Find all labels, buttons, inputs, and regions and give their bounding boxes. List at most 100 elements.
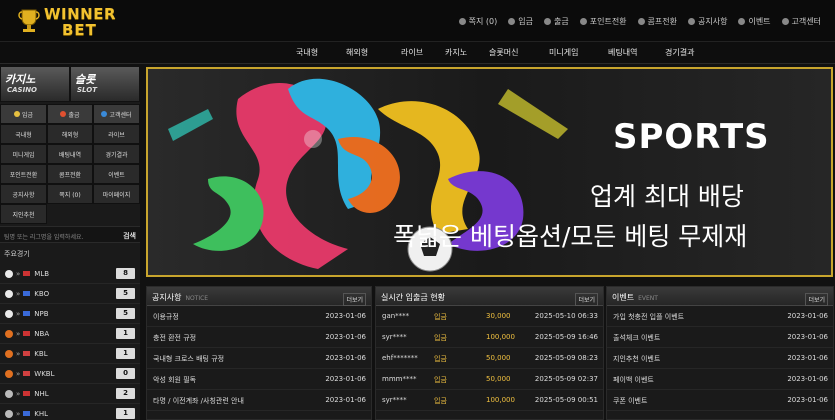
util-label: 고객센터	[791, 17, 821, 26]
sidebar-item-support[interactable]: 고객센터	[93, 104, 140, 124]
major-games-title: 주요경기	[4, 250, 30, 258]
sidebar-item-point[interactable]: 포인트전환	[0, 164, 47, 184]
league-name: KHL	[34, 409, 49, 418]
event-more-button[interactable]: 더보기	[805, 293, 828, 306]
sport-ball-icon	[5, 289, 13, 298]
league-row[interactable]: » KBO 5	[0, 284, 140, 304]
league-row[interactable]: » NPB 5	[0, 304, 140, 324]
notice-more-button[interactable]: 더보기	[343, 293, 366, 306]
league-flag-icon	[23, 271, 31, 276]
nav-live[interactable]: 라이브	[401, 47, 445, 58]
event-row[interactable]: 가입 첫충전 입플 이벤트 2023-01-06	[607, 306, 833, 327]
sidebar-item-label: 국내형	[15, 131, 32, 139]
notice-row[interactable]: 이용규정 2023-01-06	[147, 306, 371, 327]
league-row[interactable]: » KHL 1	[0, 404, 140, 420]
league-row[interactable]: » MLB 8	[0, 264, 140, 284]
realtime-more-button[interactable]: 더보기	[575, 293, 598, 306]
event-row[interactable]: 지인추천 이벤트 2023-01-06	[607, 348, 833, 369]
sidebar-item-messages[interactable]: 쪽지 (0)	[47, 184, 93, 204]
casino-button[interactable]: 카지노 CASINO	[0, 66, 70, 102]
sidebar-item-domestic[interactable]: 국내형	[0, 124, 47, 144]
event-row-title: 출석체크 이벤트	[613, 334, 661, 342]
sidebar-item-label: 포인트전환	[9, 171, 38, 179]
realtime-deposit-panel: 실시간 입출금 현황 더보기 gan**** 입금 30,000 2025-05-10…	[375, 286, 604, 420]
sidebar-item-event[interactable]: 이벤트	[93, 164, 140, 184]
event-subtitle: EVENT	[638, 295, 658, 302]
util-point[interactable]: 포인트전환	[579, 16, 627, 27]
utility-links: 쪽지 (0) 입금 출금 포인트전환 콤프전환 공지사항 이벤트 고객센터	[458, 16, 821, 27]
notice-row[interactable]: 국내형 크로스 배팅 규정 2023-01-06	[147, 348, 371, 369]
nav-overseas[interactable]: 해외형	[346, 47, 401, 58]
grid-spacer	[93, 204, 140, 224]
util-comp[interactable]: 콤프전환	[637, 16, 677, 27]
league-row[interactable]: » KBL 1	[0, 344, 140, 364]
sidebar-item-withdraw[interactable]: 출금	[47, 104, 93, 124]
event-row-date: 2023-01-06	[787, 354, 828, 362]
nav-results[interactable]: 경기결과	[665, 47, 725, 58]
util-support[interactable]: 고객센터	[781, 16, 821, 27]
sidebar-item-overseas[interactable]: 해외형	[47, 124, 93, 144]
nav-casino[interactable]: 카지노	[445, 47, 489, 58]
event-row[interactable]: 페이백 이벤트 2023-01-06	[607, 369, 833, 390]
league-name: MLB	[34, 269, 50, 278]
sports-banner[interactable]: SPORTS 업계 최대 배당 폭넓은 베팅옵션/모든 베팅 무제재	[146, 67, 833, 277]
realtime-row: syr**** 입금 100,000 2025-05-09 16:46	[376, 327, 603, 348]
sidebar-item-label: 쪽지 (0)	[59, 191, 81, 199]
league-flag-icon	[23, 411, 31, 416]
sidebar-item-results[interactable]: 경기결과	[93, 144, 140, 164]
slot-sub: SLOT	[77, 86, 97, 94]
slot-title: 슬롯	[75, 73, 96, 86]
sidebar-item-comp[interactable]: 콤프전환	[47, 164, 93, 184]
notice-row[interactable]: 악성 회원 필독 2023-01-06	[147, 369, 371, 390]
realtime-user: gan****	[382, 312, 410, 320]
search-input[interactable]: 팀명 또는 리그명을 입력하세요.	[4, 232, 83, 241]
slot-button[interactable]: 슬롯 SLOT	[70, 66, 140, 102]
realtime-row: gan**** 입금 30,000 2025-05-10 06:33	[376, 306, 603, 327]
notice-row[interactable]: 충전 환전 규정 2023-01-06	[147, 327, 371, 348]
util-messages[interactable]: 쪽지 (0)	[458, 16, 497, 27]
event-row-title: 가입 첫충전 입플 이벤트	[613, 313, 685, 321]
coin-icon	[13, 111, 20, 117]
realtime-amount: 50,000	[486, 375, 511, 383]
league-name: KBL	[34, 349, 48, 358]
util-withdraw[interactable]: 출금	[544, 16, 569, 27]
event-row-date: 2023-01-06	[787, 396, 828, 404]
sidebar-item-mypage[interactable]: 마이페이지	[93, 184, 140, 204]
sidebar-item-label: 마이페이지	[102, 191, 131, 199]
league-row[interactable]: » NHL 2	[0, 384, 140, 404]
chevron-right-icon: »	[16, 389, 21, 398]
event-row-date: 2023-01-06	[787, 312, 828, 320]
league-row[interactable]: » NBA 1	[0, 324, 140, 344]
sidebar-item-bet-history[interactable]: 배팅내역	[47, 144, 93, 164]
realtime-kind: 입금	[434, 397, 447, 405]
util-event[interactable]: 이벤트	[738, 16, 771, 27]
sidebar-item-minigame[interactable]: 미니게임	[0, 144, 47, 164]
nav-domestic[interactable]: 국내형	[296, 47, 346, 58]
util-label: 입금	[518, 17, 533, 26]
chevron-right-icon: »	[16, 269, 21, 278]
league-name: NHL	[34, 389, 49, 398]
sidebar-item-referral[interactable]: 지인추천	[0, 204, 47, 224]
notice-row[interactable]: 타명 / 이전계좌 /사칭관련 안내 2023-01-06	[147, 390, 371, 411]
search-button[interactable]: 검색	[123, 231, 136, 241]
sidebar-item-notice[interactable]: 공지사항	[0, 184, 47, 204]
sport-ball-icon	[5, 389, 13, 398]
event-row[interactable]: 쿠폰 이벤트 2023-01-06	[607, 390, 833, 411]
util-notice[interactable]: 공지사항	[688, 16, 727, 27]
league-flag-icon	[23, 371, 31, 376]
sidebar-item-label: 이벤트	[108, 171, 125, 179]
nav-minigame[interactable]: 미니게임	[549, 47, 608, 58]
league-row[interactable]: » WKBL 0	[0, 364, 140, 384]
nav-bet-history[interactable]: 베팅내역	[608, 47, 665, 58]
sidebar-item-deposit[interactable]: 입금	[0, 104, 47, 124]
support-icon	[781, 18, 789, 25]
util-deposit[interactable]: 입금	[508, 16, 533, 27]
event-row[interactable]: 출석체크 이벤트 2023-01-06	[607, 327, 833, 348]
headset-icon	[101, 111, 108, 117]
chevron-right-icon: »	[16, 349, 21, 358]
logo[interactable]: WINNER BET	[18, 4, 126, 39]
sidebar-item-live[interactable]: 라이브	[93, 124, 140, 144]
banner-subheadline: 업계 최대 배당	[590, 182, 744, 211]
sidebar-item-label: 해외형	[61, 131, 79, 139]
nav-slot[interactable]: 슬롯머신	[489, 47, 549, 58]
